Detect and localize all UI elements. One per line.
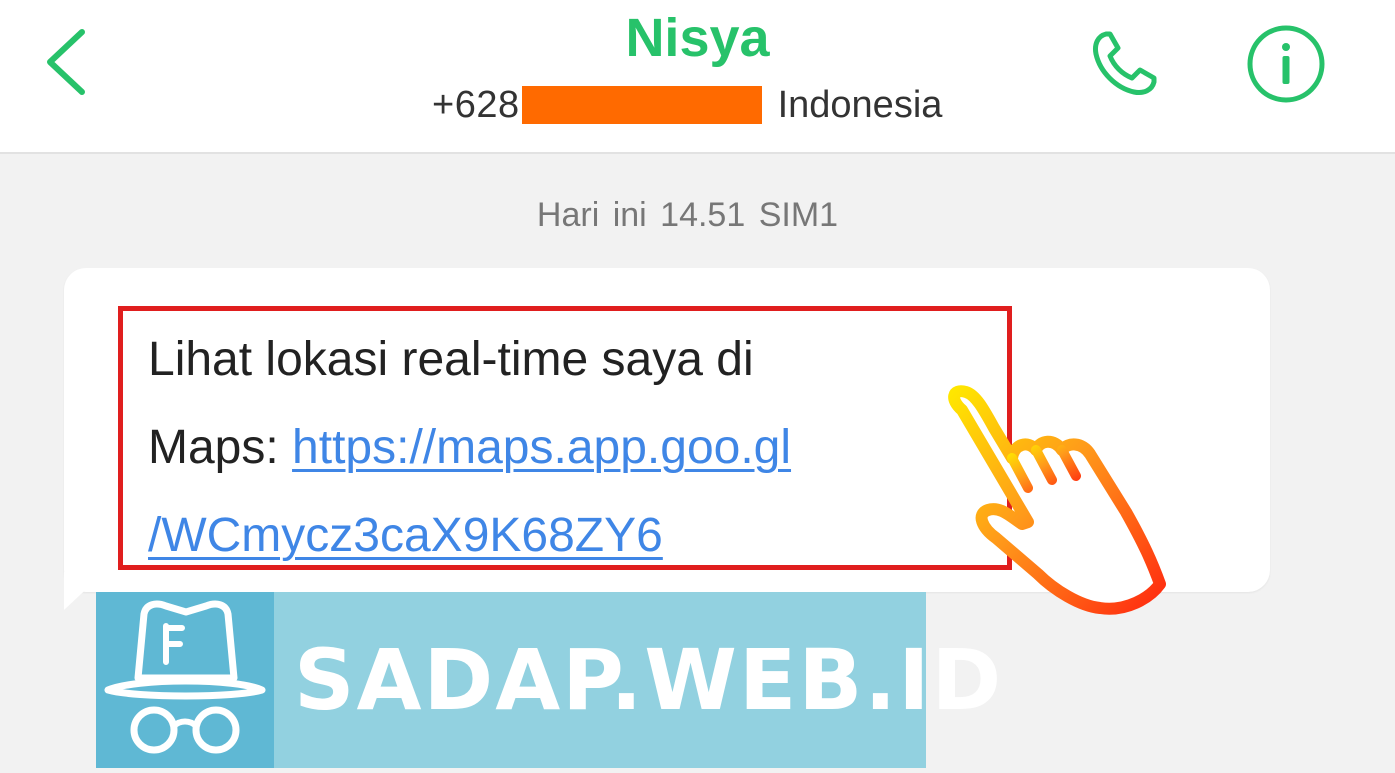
- maps-link-part-2[interactable]: /WCmycz3caX9K68ZY6: [148, 509, 663, 562]
- bubble-tail: [64, 572, 96, 610]
- phone-icon: [1093, 31, 1157, 95]
- message-line-2: Maps: https://maps.app.goo.gl: [148, 404, 978, 492]
- message-line-1: Lihat lokasi real-time saya di: [148, 333, 754, 386]
- message-text: Lihat lokasi real-time saya di Maps: htt…: [148, 316, 978, 580]
- call-button[interactable]: [1084, 22, 1166, 104]
- conversation-header: Nisya +628 Indonesia: [0, 0, 1395, 154]
- watermark-banner: SADAP.WEB.ID: [274, 592, 1001, 768]
- message-prefix: Maps:: [148, 421, 293, 474]
- maps-link-part-1[interactable]: https://maps.app.goo.gl: [292, 421, 791, 474]
- watermark-text: SADAP.WEB.ID: [294, 631, 1004, 729]
- redaction-bar: [521, 86, 762, 124]
- phone-number: +628: [432, 83, 520, 126]
- country-label: Indonesia: [777, 83, 943, 126]
- message-line-3: /WCmycz3caX9K68ZY6: [148, 492, 978, 580]
- contact-name: Nisya: [625, 8, 770, 68]
- contact-subtitle: +628 Indonesia: [432, 78, 942, 132]
- message-timestamp: Hari ini 14.51 SIM1: [536, 196, 839, 234]
- spy-hat-glasses-icon: [104, 600, 266, 754]
- info-icon: [1247, 25, 1325, 103]
- info-button[interactable]: [1244, 22, 1328, 106]
- watermark-logo: [96, 592, 274, 768]
